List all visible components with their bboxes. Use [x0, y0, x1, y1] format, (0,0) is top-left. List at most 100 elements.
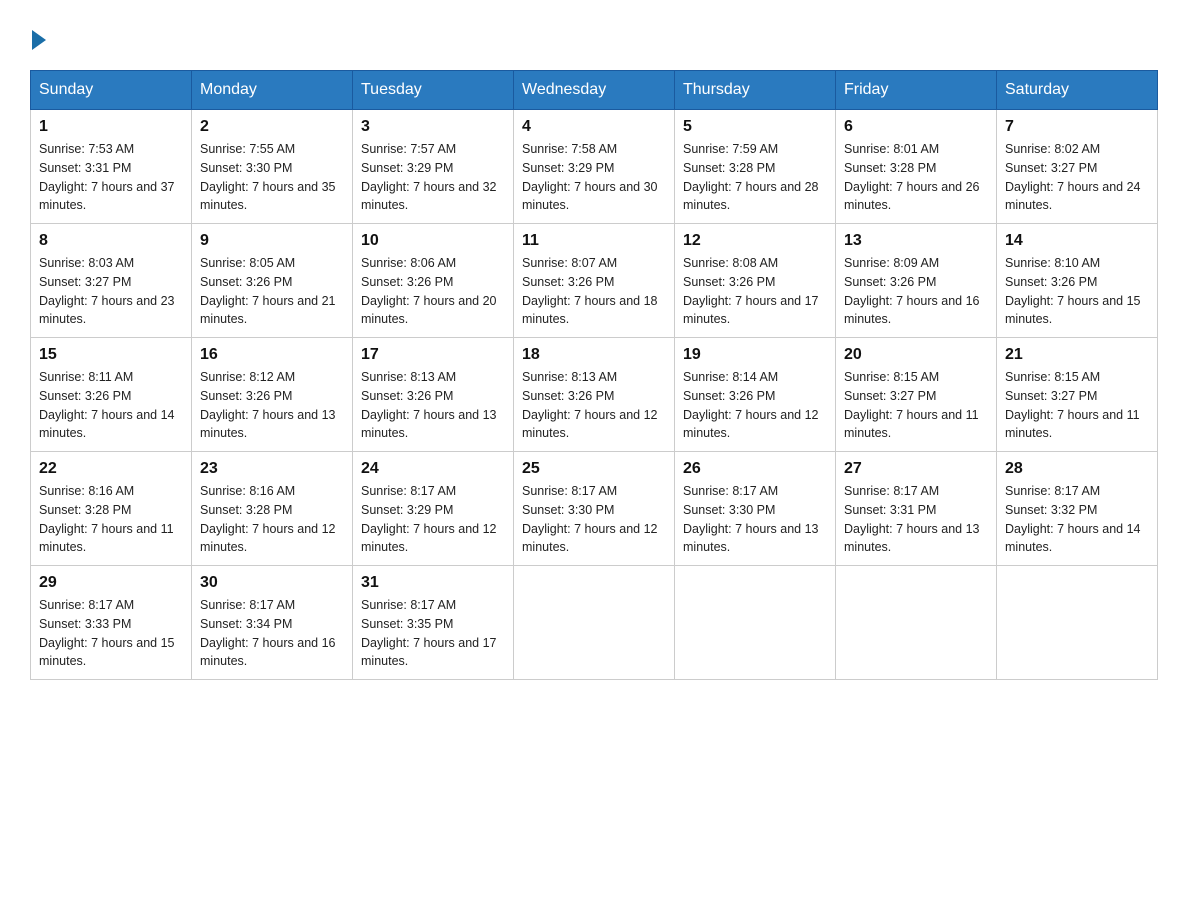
day-number: 28	[1005, 460, 1149, 478]
day-info: Sunrise: 8:08 AMSunset: 3:26 PMDaylight:…	[683, 254, 827, 329]
calendar-cell: 20 Sunrise: 8:15 AMSunset: 3:27 PMDayligh…	[836, 338, 997, 452]
weekday-header-friday: Friday	[836, 71, 997, 110]
day-number: 19	[683, 346, 827, 364]
calendar-cell: 13 Sunrise: 8:09 AMSunset: 3:26 PMDayligh…	[836, 224, 997, 338]
calendar-cell: 19 Sunrise: 8:14 AMSunset: 3:26 PMDayligh…	[675, 338, 836, 452]
page-header	[30, 30, 1158, 50]
day-info: Sunrise: 8:17 AMSunset: 3:35 PMDaylight:…	[361, 596, 505, 671]
day-number: 18	[522, 346, 666, 364]
calendar-cell: 12 Sunrise: 8:08 AMSunset: 3:26 PMDayligh…	[675, 224, 836, 338]
day-number: 22	[39, 460, 183, 478]
calendar-week-row: 1Sunrise: 7:53 AMSunset: 3:31 PMDaylight…	[31, 110, 1158, 224]
day-info: Sunrise: 8:17 AMSunset: 3:32 PMDaylight:…	[1005, 482, 1149, 557]
calendar-cell: 24Sunrise: 8:17 AMSunset: 3:29 PMDayligh…	[353, 452, 514, 566]
day-info: Sunrise: 7:57 AMSunset: 3:29 PMDaylight:…	[361, 140, 505, 215]
day-number: 30	[200, 574, 344, 592]
calendar-cell: 18 Sunrise: 8:13 AMSunset: 3:26 PMDayligh…	[514, 338, 675, 452]
calendar-week-row: 22 Sunrise: 8:16 AMSunset: 3:28 PMDayligh…	[31, 452, 1158, 566]
day-number: 25	[522, 460, 666, 478]
day-number: 12	[683, 232, 827, 250]
day-info: Sunrise: 8:14 AMSunset: 3:26 PMDaylight:…	[683, 368, 827, 443]
weekday-header-row: SundayMondayTuesdayWednesdayThursdayFrid…	[31, 71, 1158, 110]
weekday-header-wednesday: Wednesday	[514, 71, 675, 110]
day-number: 4	[522, 118, 666, 136]
day-number: 7	[1005, 118, 1149, 136]
day-info: Sunrise: 8:17 AMSunset: 3:30 PMDaylight:…	[683, 482, 827, 557]
day-number: 14	[1005, 232, 1149, 250]
calendar-cell: 8 Sunrise: 8:03 AMSunset: 3:27 PMDaylight…	[31, 224, 192, 338]
day-info: Sunrise: 8:02 AMSunset: 3:27 PMDaylight:…	[1005, 140, 1149, 215]
day-number: 23	[200, 460, 344, 478]
logo	[30, 30, 48, 50]
day-info: Sunrise: 8:03 AMSunset: 3:27 PMDaylight:…	[39, 254, 183, 329]
day-number: 5	[683, 118, 827, 136]
day-number: 16	[200, 346, 344, 364]
calendar-week-row: 15 Sunrise: 8:11 AMSunset: 3:26 PMDayligh…	[31, 338, 1158, 452]
calendar-cell: 1Sunrise: 7:53 AMSunset: 3:31 PMDaylight…	[31, 110, 192, 224]
day-info: Sunrise: 8:13 AMSunset: 3:26 PMDaylight:…	[361, 368, 505, 443]
calendar-cell: 26 Sunrise: 8:17 AMSunset: 3:30 PMDayligh…	[675, 452, 836, 566]
day-info: Sunrise: 8:10 AMSunset: 3:26 PMDaylight:…	[1005, 254, 1149, 329]
day-number: 15	[39, 346, 183, 364]
calendar-week-row: 29 Sunrise: 8:17 AMSunset: 3:33 PMDayligh…	[31, 566, 1158, 680]
day-info: Sunrise: 8:17 AMSunset: 3:31 PMDaylight:…	[844, 482, 988, 557]
day-info: Sunrise: 8:11 AMSunset: 3:26 PMDaylight:…	[39, 368, 183, 443]
day-info: Sunrise: 7:55 AMSunset: 3:30 PMDaylight:…	[200, 140, 344, 215]
calendar-cell: 7 Sunrise: 8:02 AMSunset: 3:27 PMDaylight…	[997, 110, 1158, 224]
calendar-cell: 5Sunrise: 7:59 AMSunset: 3:28 PMDaylight…	[675, 110, 836, 224]
calendar-cell: 21 Sunrise: 8:15 AMSunset: 3:27 PMDayligh…	[997, 338, 1158, 452]
day-info: Sunrise: 8:13 AMSunset: 3:26 PMDaylight:…	[522, 368, 666, 443]
day-info: Sunrise: 8:17 AMSunset: 3:29 PMDaylight:…	[361, 482, 505, 557]
calendar-cell: 9Sunrise: 8:05 AMSunset: 3:26 PMDaylight…	[192, 224, 353, 338]
day-number: 2	[200, 118, 344, 136]
day-number: 8	[39, 232, 183, 250]
calendar-cell: 17 Sunrise: 8:13 AMSunset: 3:26 PMDayligh…	[353, 338, 514, 452]
day-info: Sunrise: 8:17 AMSunset: 3:34 PMDaylight:…	[200, 596, 344, 671]
calendar-cell: 10 Sunrise: 8:06 AMSunset: 3:26 PMDayligh…	[353, 224, 514, 338]
calendar-cell: 23 Sunrise: 8:16 AMSunset: 3:28 PMDayligh…	[192, 452, 353, 566]
day-number: 10	[361, 232, 505, 250]
day-number: 31	[361, 574, 505, 592]
day-info: Sunrise: 7:53 AMSunset: 3:31 PMDaylight:…	[39, 140, 183, 215]
weekday-header-tuesday: Tuesday	[353, 71, 514, 110]
day-info: Sunrise: 8:16 AMSunset: 3:28 PMDaylight:…	[39, 482, 183, 557]
day-number: 27	[844, 460, 988, 478]
calendar-cell: 15 Sunrise: 8:11 AMSunset: 3:26 PMDayligh…	[31, 338, 192, 452]
day-info: Sunrise: 8:05 AMSunset: 3:26 PMDaylight:…	[200, 254, 344, 329]
weekday-header-sunday: Sunday	[31, 71, 192, 110]
calendar-cell: 4 Sunrise: 7:58 AMSunset: 3:29 PMDaylight…	[514, 110, 675, 224]
day-info: Sunrise: 8:15 AMSunset: 3:27 PMDaylight:…	[1005, 368, 1149, 443]
day-info: Sunrise: 8:17 AMSunset: 3:30 PMDaylight:…	[522, 482, 666, 557]
day-number: 20	[844, 346, 988, 364]
calendar-cell: 14 Sunrise: 8:10 AMSunset: 3:26 PMDayligh…	[997, 224, 1158, 338]
calendar-cell	[997, 566, 1158, 680]
day-info: Sunrise: 8:09 AMSunset: 3:26 PMDaylight:…	[844, 254, 988, 329]
day-info: Sunrise: 8:16 AMSunset: 3:28 PMDaylight:…	[200, 482, 344, 557]
day-info: Sunrise: 8:01 AMSunset: 3:28 PMDaylight:…	[844, 140, 988, 215]
calendar-cell: 2 Sunrise: 7:55 AMSunset: 3:30 PMDaylight…	[192, 110, 353, 224]
calendar-cell: 31 Sunrise: 8:17 AMSunset: 3:35 PMDayligh…	[353, 566, 514, 680]
weekday-header-thursday: Thursday	[675, 71, 836, 110]
day-info: Sunrise: 7:58 AMSunset: 3:29 PMDaylight:…	[522, 140, 666, 215]
day-number: 17	[361, 346, 505, 364]
calendar-cell: 29 Sunrise: 8:17 AMSunset: 3:33 PMDayligh…	[31, 566, 192, 680]
day-number: 3	[361, 118, 505, 136]
day-info: Sunrise: 8:17 AMSunset: 3:33 PMDaylight:…	[39, 596, 183, 671]
calendar-cell	[675, 566, 836, 680]
calendar-table: SundayMondayTuesdayWednesdayThursdayFrid…	[30, 70, 1158, 680]
day-number: 6	[844, 118, 988, 136]
day-info: Sunrise: 8:07 AMSunset: 3:26 PMDaylight:…	[522, 254, 666, 329]
day-number: 21	[1005, 346, 1149, 364]
calendar-cell: 16Sunrise: 8:12 AMSunset: 3:26 PMDayligh…	[192, 338, 353, 452]
day-number: 26	[683, 460, 827, 478]
day-number: 13	[844, 232, 988, 250]
day-info: Sunrise: 8:15 AMSunset: 3:27 PMDaylight:…	[844, 368, 988, 443]
calendar-cell: 3 Sunrise: 7:57 AMSunset: 3:29 PMDaylight…	[353, 110, 514, 224]
day-info: Sunrise: 8:06 AMSunset: 3:26 PMDaylight:…	[361, 254, 505, 329]
calendar-cell: 30 Sunrise: 8:17 AMSunset: 3:34 PMDayligh…	[192, 566, 353, 680]
day-number: 29	[39, 574, 183, 592]
calendar-cell: 22 Sunrise: 8:16 AMSunset: 3:28 PMDayligh…	[31, 452, 192, 566]
calendar-cell: 27 Sunrise: 8:17 AMSunset: 3:31 PMDayligh…	[836, 452, 997, 566]
calendar-cell: 6 Sunrise: 8:01 AMSunset: 3:28 PMDaylight…	[836, 110, 997, 224]
calendar-cell: 11Sunrise: 8:07 AMSunset: 3:26 PMDayligh…	[514, 224, 675, 338]
